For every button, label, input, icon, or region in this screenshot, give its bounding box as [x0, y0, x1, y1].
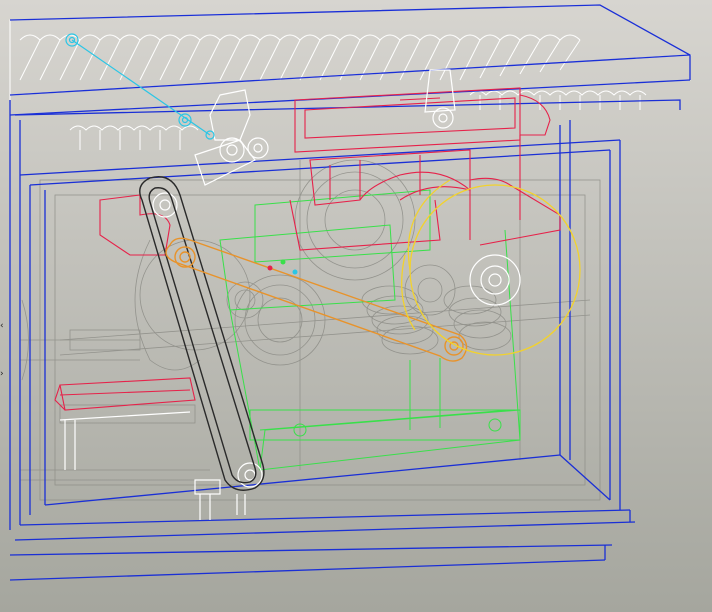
selection-point-red[interactable]	[267, 265, 273, 271]
selection-point-cyan[interactable]	[292, 269, 298, 275]
left-scroll-arrow-icon[interactable]: ‹	[0, 320, 8, 332]
viewport-background	[0, 0, 712, 612]
selection-point-green[interactable]	[280, 259, 286, 265]
cad-graphics-viewport[interactable]	[0, 0, 712, 612]
right-scroll-arrow-icon[interactable]: ›	[0, 368, 8, 380]
